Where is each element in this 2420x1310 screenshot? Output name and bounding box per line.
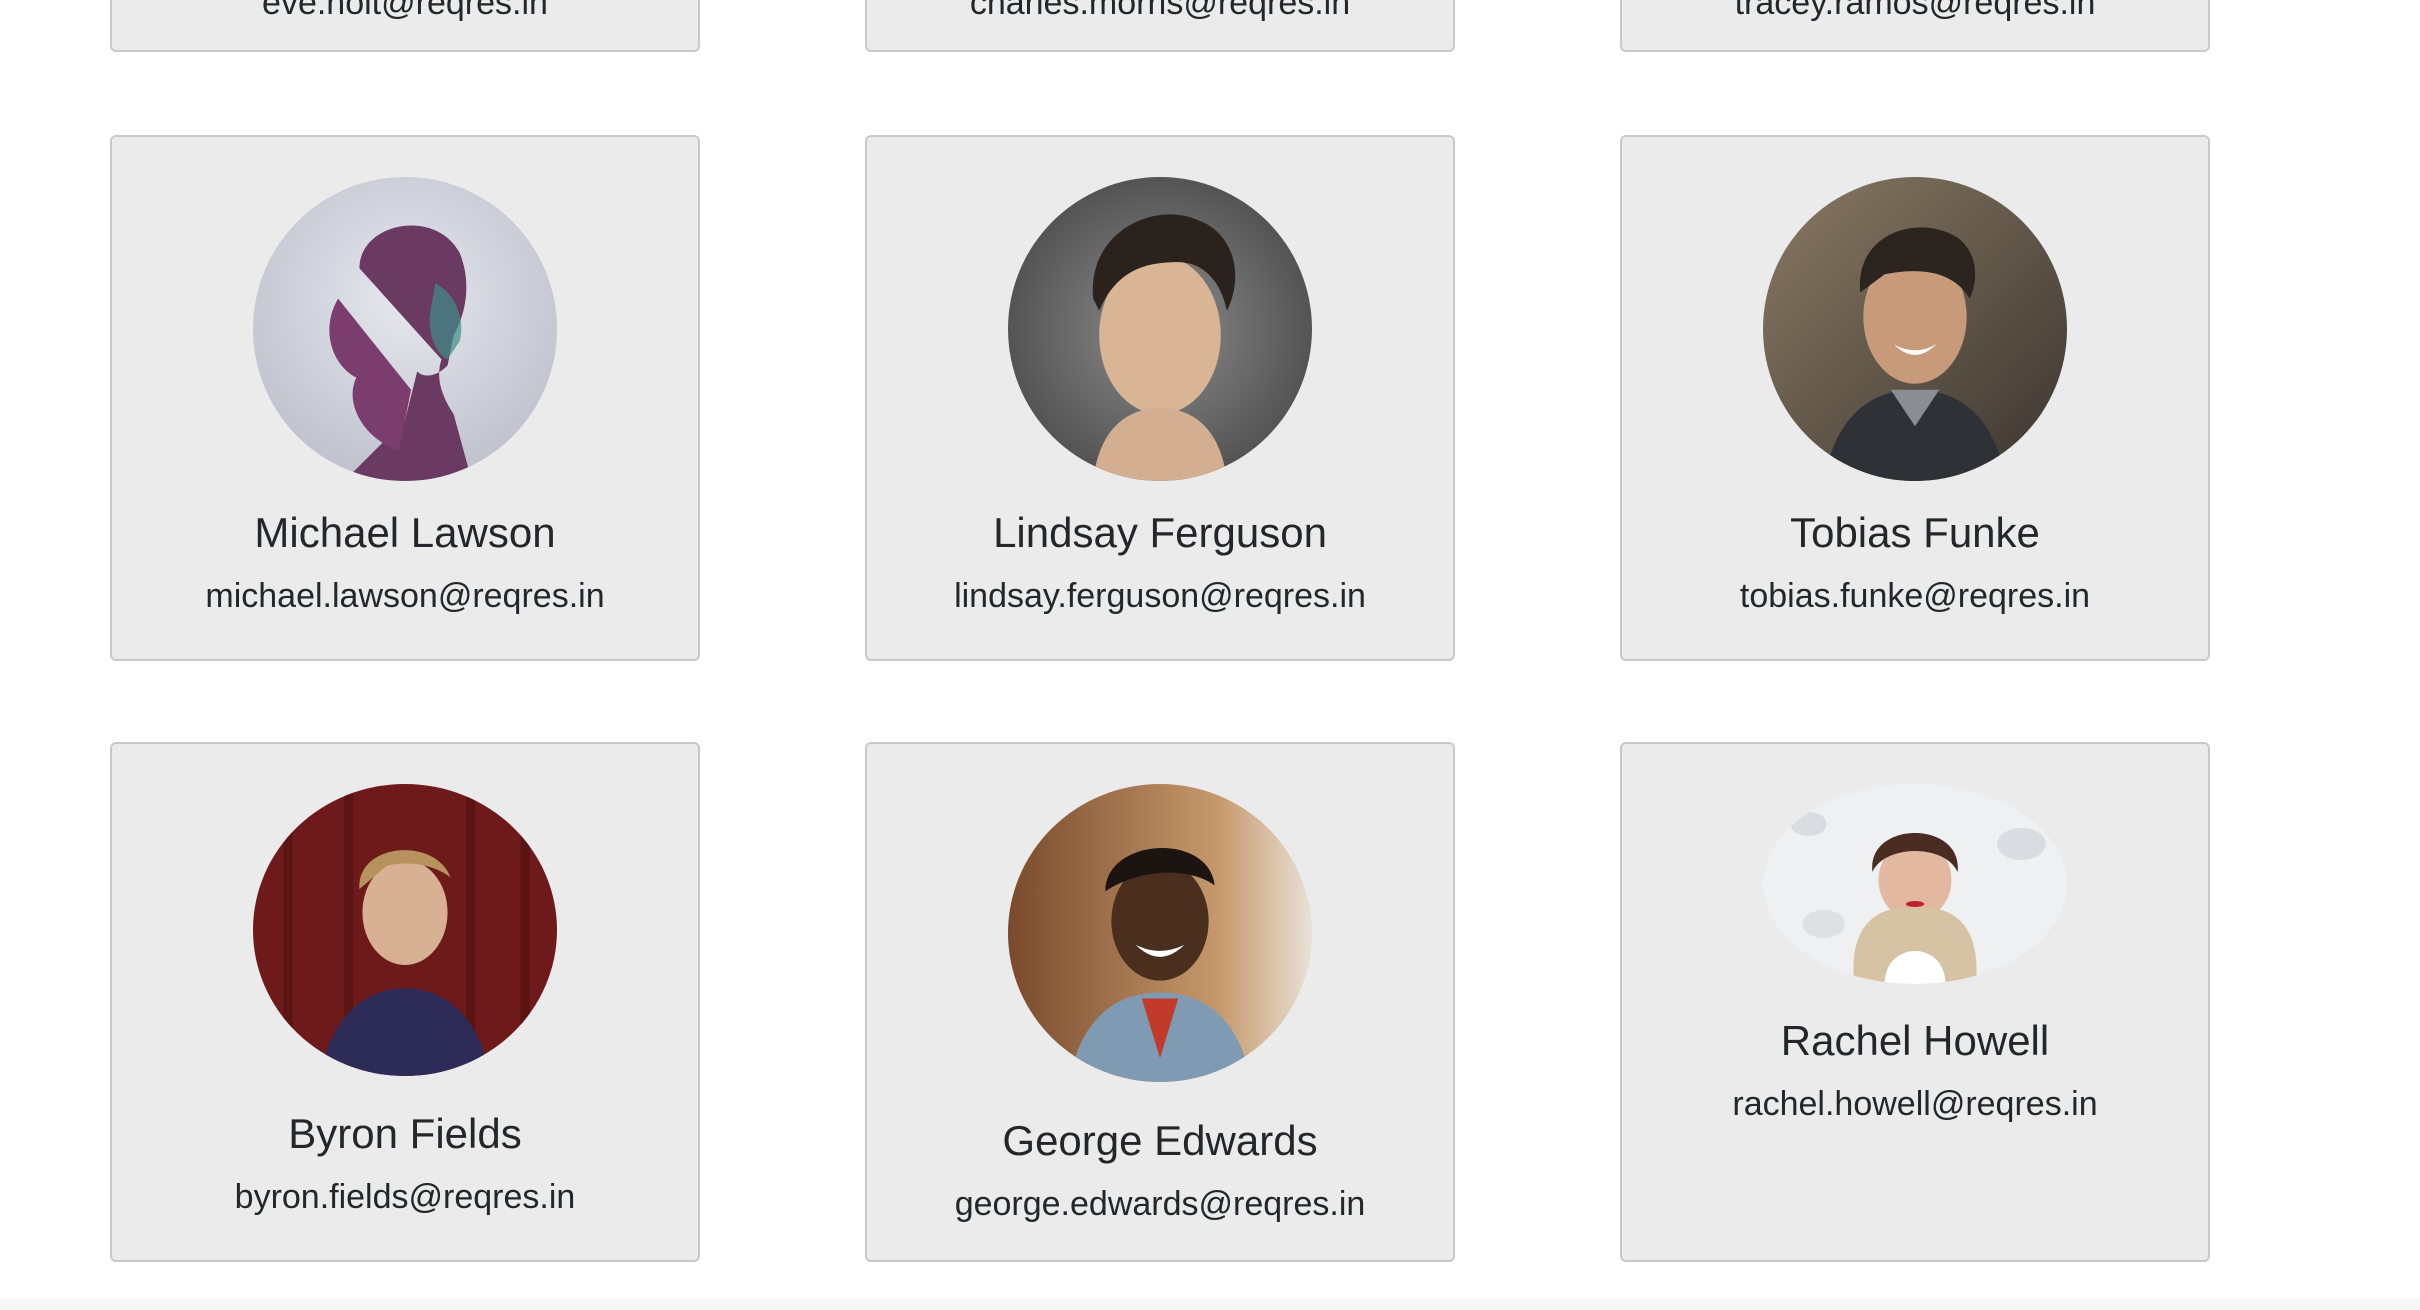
avatar (1008, 784, 1312, 1082)
user-card: Tobias Funke tobias.funke@reqres.in (1620, 135, 2210, 661)
user-name: George Edwards (1002, 1117, 1318, 1164)
user-email: rachel.howell@reqres.in (1732, 1085, 2098, 1123)
user-email: tobias.funke@reqres.in (1739, 577, 2091, 615)
avatar-young-man-portrait-icon (1008, 177, 1312, 481)
avatar (1008, 177, 1312, 481)
avatar (1763, 177, 2067, 481)
user-card: Michael Lawson michael.lawson@reqres.in (110, 135, 700, 661)
user-name: Lindsay Ferguson (993, 509, 1327, 556)
avatar-man-red-background-icon (253, 784, 557, 1076)
avatar-woman-snow-icon (1763, 784, 2067, 984)
user-card: tracey.ramos@reqres.in (1620, 0, 2210, 52)
user-name: Tobias Funke (1790, 509, 2040, 556)
user-email: charles.morris@reqres.in (969, 0, 1351, 22)
avatar-smiling-man-icon (1763, 177, 2067, 481)
user-card: charles.morris@reqres.in (865, 0, 1455, 52)
avatar-woman-purple-profile-icon (253, 177, 557, 481)
user-name: Byron Fields (288, 1110, 522, 1157)
user-name: Michael Lawson (254, 509, 556, 556)
user-email: byron.fields@reqres.in (234, 1178, 576, 1216)
user-card: Rachel Howell rachel.howell@reqres.in (1620, 742, 2210, 1262)
user-email: george.edwards@reqres.in (954, 1185, 1366, 1223)
user-email: lindsay.ferguson@reqres.in (954, 577, 1366, 615)
user-name: Rachel Howell (1780, 1017, 2050, 1064)
user-card: Lindsay Ferguson lindsay.ferguson@reqres… (865, 135, 1455, 661)
user-list-page: eve.holt@reqres.in charles.morris@reqres… (0, 0, 2420, 1310)
page-footer-band (0, 1298, 2420, 1310)
avatar (253, 784, 557, 1076)
user-card: eve.holt@reqres.in (110, 0, 700, 52)
avatar (253, 177, 557, 481)
user-email: eve.holt@reqres.in (262, 0, 548, 22)
avatar-man-street-icon (1008, 784, 1312, 1082)
user-card: Byron Fields byron.fields@reqres.in (110, 742, 700, 1262)
user-email: tracey.ramos@reqres.in (1734, 0, 2096, 22)
user-card: George Edwards george.edwards@reqres.in (865, 742, 1455, 1262)
user-email: michael.lawson@reqres.in (205, 577, 605, 615)
avatar (1763, 784, 2067, 984)
